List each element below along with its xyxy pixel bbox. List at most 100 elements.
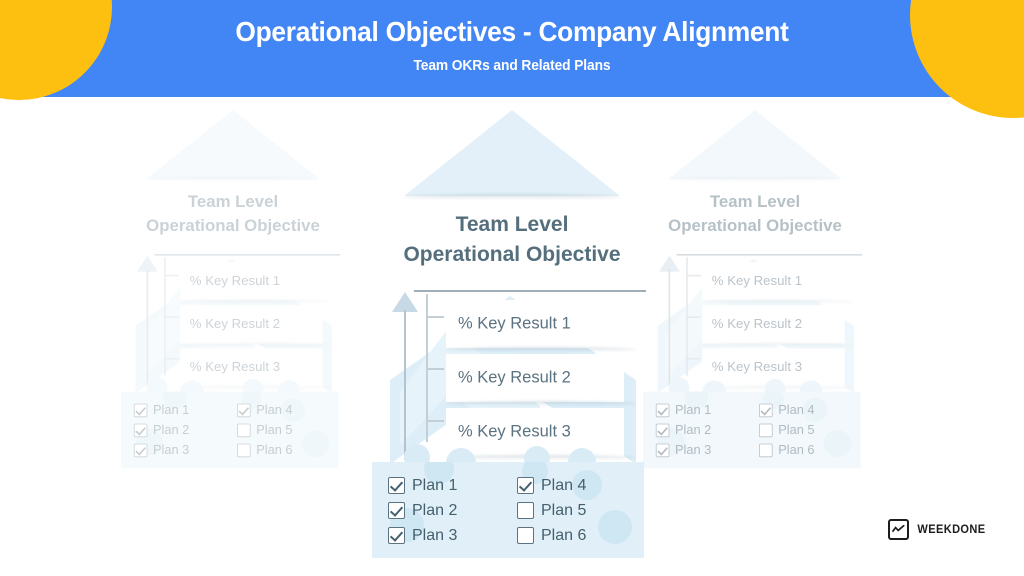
pyramid-icon xyxy=(668,110,842,179)
key-result-label: % Key Result 2 xyxy=(711,316,803,332)
header-banner: Operational Objectives - Company Alignme… xyxy=(0,0,1024,97)
plan-checkbox-icon[interactable] xyxy=(388,502,405,519)
plan-checkbox-icon[interactable] xyxy=(759,443,773,458)
objective-title: Team Level Operational Objective xyxy=(113,190,353,238)
plan-label: Plan 3 xyxy=(412,526,458,544)
weekdone-wordmark: WEEKDONE xyxy=(917,523,986,536)
pyramid-icon xyxy=(404,110,620,196)
plan-checkbox-icon[interactable] xyxy=(517,477,534,494)
plan-item[interactable]: Plan 2 xyxy=(655,420,751,440)
key-results-block: % Key Result 1 % Key Result 2 % Key Resu… xyxy=(649,252,863,394)
key-result-row[interactable]: % Key Result 2 xyxy=(702,304,862,347)
pyramid-shadow xyxy=(668,177,842,182)
plan-label: Plan 5 xyxy=(778,423,815,437)
plan-label: Plan 1 xyxy=(412,476,458,494)
key-result-row[interactable]: % Key Result 2 xyxy=(180,304,340,347)
plan-label: Plan 3 xyxy=(153,443,190,457)
plan-checkbox-icon[interactable] xyxy=(517,527,534,544)
plan-label: Plan 2 xyxy=(675,423,712,437)
pyramid-shadow xyxy=(404,194,620,200)
plan-checkbox-icon[interactable] xyxy=(759,403,773,418)
plan-item[interactable]: Plan 6 xyxy=(237,440,332,460)
key-result-label: % Key Result 3 xyxy=(711,360,803,375)
key-results-block: % Key Result 1 % Key Result 2 % Key Resu… xyxy=(127,252,341,394)
pyramid-icon xyxy=(146,110,320,179)
decorative-circle-right xyxy=(910,0,1024,118)
weekdone-logo[interactable]: WEEKDONE xyxy=(888,519,987,540)
plan-item[interactable]: Plan 4 xyxy=(759,400,854,420)
okr-column-left[interactable]: Team Level Operational Objective % Key R… xyxy=(83,110,383,570)
key-result-label: % Key Result 3 xyxy=(189,360,281,375)
objective-title-line1: Team Level xyxy=(187,192,279,211)
plan-label: Plan 6 xyxy=(256,443,293,457)
plan-checkbox-icon[interactable] xyxy=(237,403,251,418)
plan-item[interactable]: Plan 5 xyxy=(237,420,332,440)
key-result-row[interactable]: % Key Result 1 xyxy=(702,260,862,304)
okr-column-right[interactable]: Team Level Operational Objective % Key R… xyxy=(605,110,905,570)
plan-checkbox-icon[interactable] xyxy=(655,403,670,418)
objective-title-line2: Operational Objective xyxy=(146,216,320,235)
plans-panel: Plan 1 Plan 4 Plan 2 Plan 5 Plan 3 Plan … xyxy=(121,391,339,469)
key-result-label: % Key Result 1 xyxy=(458,314,571,333)
plan-checkbox-icon[interactable] xyxy=(133,403,148,418)
plans-grid: Plan 1 Plan 4 Plan 2 Plan 5 Plan 3 Plan … xyxy=(655,400,854,460)
plan-item[interactable]: Plan 6 xyxy=(759,440,854,460)
plan-checkbox-icon[interactable] xyxy=(388,527,405,544)
plan-checkbox-icon[interactable] xyxy=(759,423,773,438)
slide-canvas: Operational Objectives - Company Alignme… xyxy=(0,0,1024,576)
key-results-list: % Key Result 1 % Key Result 2 % Key Resu… xyxy=(180,260,340,390)
upward-arrow-icon xyxy=(137,255,158,390)
plan-label: Plan 5 xyxy=(256,423,293,437)
key-result-row[interactable]: % Key Result 3 xyxy=(180,347,340,390)
upward-arrow-icon xyxy=(392,292,418,460)
plan-item[interactable]: Plan 1 xyxy=(655,400,751,420)
plan-checkbox-icon[interactable] xyxy=(237,423,251,438)
key-result-label: % Key Result 3 xyxy=(458,422,571,441)
key-results-list: % Key Result 1 % Key Result 2 % Key Resu… xyxy=(702,260,862,390)
key-result-label: % Key Result 1 xyxy=(189,273,281,288)
plan-checkbox-icon[interactable] xyxy=(237,443,251,458)
plan-label: Plan 2 xyxy=(153,423,190,437)
plans-panel: Plan 1 Plan 4 Plan 2 Plan 5 Plan 3 Plan … xyxy=(643,391,861,469)
plan-item[interactable]: Plan 4 xyxy=(237,400,332,420)
plan-label: Plan 2 xyxy=(412,501,458,519)
plan-item[interactable]: Plan 2 xyxy=(388,498,507,523)
plan-checkbox-icon[interactable] xyxy=(655,443,670,458)
objective-title-line1: Team Level xyxy=(709,192,801,211)
plan-label: Plan 4 xyxy=(256,403,293,417)
plan-item[interactable]: Plan 1 xyxy=(133,400,229,420)
key-result-row[interactable]: % Key Result 3 xyxy=(702,347,862,390)
plan-label: Plan 4 xyxy=(541,476,587,494)
plan-item[interactable]: Plan 3 xyxy=(388,523,507,548)
plan-item[interactable]: Plan 3 xyxy=(133,440,229,460)
key-results-top-rule xyxy=(154,254,341,256)
page-subtitle: Team OKRs and Related Plans xyxy=(413,58,611,74)
key-result-label: % Key Result 2 xyxy=(189,316,281,332)
plans-grid: Plan 1 Plan 4 Plan 2 Plan 5 Plan 3 Plan … xyxy=(388,473,636,548)
page-title: Operational Objectives - Company Alignme… xyxy=(235,16,789,47)
upward-arrow-icon xyxy=(659,255,680,390)
key-results-top-rule xyxy=(676,254,863,256)
plan-label: Plan 6 xyxy=(778,443,815,457)
plan-item[interactable]: Plan 1 xyxy=(388,473,507,498)
pyramid-shadow xyxy=(146,177,320,182)
plans-panel: Plan 1 Plan 4 Plan 2 Plan 5 Plan 3 Plan … xyxy=(372,462,644,558)
plan-label: Plan 6 xyxy=(541,526,587,544)
plan-label: Plan 5 xyxy=(541,501,587,519)
plans-grid: Plan 1 Plan 4 Plan 2 Plan 5 Plan 3 Plan … xyxy=(133,400,332,460)
plan-label: Plan 4 xyxy=(778,403,815,417)
plan-checkbox-icon[interactable] xyxy=(655,423,670,438)
plan-label: Plan 3 xyxy=(675,443,712,457)
plan-item[interactable]: Plan 5 xyxy=(759,420,854,440)
plan-checkbox-icon[interactable] xyxy=(388,477,405,494)
chart-line-icon xyxy=(888,519,909,540)
key-result-row[interactable]: % Key Result 1 xyxy=(180,260,340,304)
plan-item[interactable]: Plan 3 xyxy=(655,440,751,460)
plan-checkbox-icon[interactable] xyxy=(133,423,148,438)
objective-title: Team Level Operational Objective xyxy=(635,190,875,238)
plan-checkbox-icon[interactable] xyxy=(133,443,148,458)
plan-item[interactable]: Plan 2 xyxy=(133,420,229,440)
plan-checkbox-icon[interactable] xyxy=(517,502,534,519)
plan-label: Plan 1 xyxy=(675,403,712,417)
plan-label: Plan 1 xyxy=(153,403,190,417)
